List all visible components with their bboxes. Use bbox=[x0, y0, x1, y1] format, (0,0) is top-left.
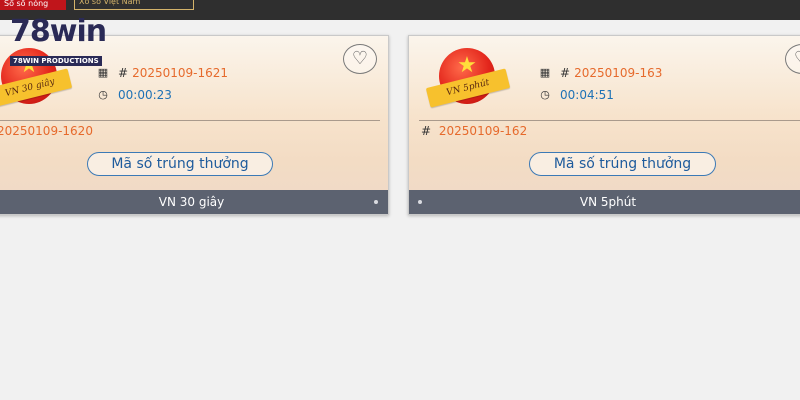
tab-vietnam-lottery[interactable]: Xổ số Việt Nam bbox=[74, 0, 194, 10]
winning-numbers-button[interactable]: Mã số trúng thưởng bbox=[87, 152, 273, 176]
top-navbar: Sổ số nóng Xổ số Việt Nam bbox=[0, 0, 800, 20]
heart-icon: ♡ bbox=[351, 48, 369, 69]
divider bbox=[0, 120, 380, 121]
tab-hot-lottery[interactable]: Sổ số nóng bbox=[0, 0, 66, 10]
favorite-button[interactable]: ♡ bbox=[785, 44, 800, 74]
clock-icon: ◷ bbox=[98, 88, 108, 101]
card-footer: VN 5phút bbox=[409, 190, 800, 214]
calendar-icon: ▦ bbox=[539, 66, 551, 79]
current-period: 20250109-1621 bbox=[132, 66, 229, 80]
indicator-dot bbox=[374, 200, 378, 204]
last-period: 20250109-1620 bbox=[0, 122, 93, 140]
logo-tagline: 78WIN PRODUCTIONS bbox=[10, 56, 102, 66]
last-period-number: 20250109-162 bbox=[438, 124, 528, 138]
clock-icon: ◷ bbox=[540, 88, 550, 101]
current-period-row: ▦ # 20250109-163 bbox=[538, 62, 663, 84]
hash-symbol: # bbox=[421, 124, 432, 138]
last-period: # 20250109-162 bbox=[421, 122, 527, 140]
game-badge: ★ VN 5phút bbox=[425, 46, 511, 116]
indicator-dot bbox=[418, 200, 422, 204]
lottery-card-vn5m[interactable]: ★ VN 5phút ♡ ▦ # 20250109-163 ◷ 00:04:51… bbox=[408, 35, 800, 215]
period-info: ▦ # 20250109-1621 ◷ 00:00:23 bbox=[96, 62, 228, 106]
logo: 78win 78WIN PRODUCTIONS bbox=[10, 14, 116, 66]
card-footer-title: VN 30 giây bbox=[158, 195, 225, 209]
last-period-number: 20250109-1620 bbox=[0, 124, 93, 138]
hash-symbol: # bbox=[560, 66, 571, 80]
countdown-row: ◷ 00:04:51 bbox=[538, 84, 662, 106]
winning-numbers-button[interactable]: Mã số trúng thưởng bbox=[529, 152, 716, 176]
current-period: 20250109-163 bbox=[574, 66, 663, 80]
calendar-icon: ▦ bbox=[97, 66, 109, 79]
countdown-timer: 00:00:23 bbox=[118, 88, 172, 102]
period-info: ▦ # 20250109-163 ◷ 00:04:51 bbox=[538, 62, 663, 106]
card-footer: VN 30 giây bbox=[0, 190, 388, 214]
card-footer-title: VN 5phút bbox=[579, 195, 637, 209]
favorite-button[interactable]: ♡ bbox=[343, 44, 377, 74]
countdown-timer: 00:04:51 bbox=[560, 88, 614, 102]
heart-icon: ♡ bbox=[786, 45, 800, 73]
divider bbox=[419, 120, 800, 121]
hash-symbol: # bbox=[118, 66, 129, 80]
countdown-row: ◷ 00:00:23 bbox=[96, 84, 228, 106]
logo-wordmark: 78win bbox=[10, 14, 107, 49]
star-icon: ★ bbox=[457, 53, 477, 78]
